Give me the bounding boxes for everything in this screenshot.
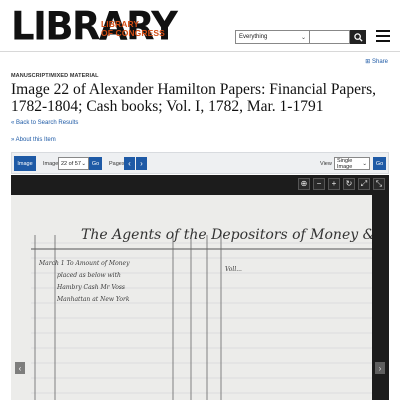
view-mode-value: Single Image xyxy=(337,157,353,170)
chevron-left-icon: ‹ xyxy=(128,159,131,168)
tab-image[interactable]: Image xyxy=(14,156,36,171)
search-scope-value: Everything xyxy=(239,34,268,40)
handwriting-line-1: March 1 To Amount of Money xyxy=(38,260,130,267)
search-bar: Everything ⌄ xyxy=(235,30,366,44)
chevron-left-icon: ‹ xyxy=(18,363,22,373)
viewer-previous-arrow[interactable]: ‹ xyxy=(15,362,25,374)
zoom-in-icon[interactable]: + xyxy=(328,178,340,190)
chevron-down-icon: ⌄ xyxy=(81,160,86,167)
chevron-down-icon: ⌄ xyxy=(300,34,306,41)
image-number-value: 22 of 57 xyxy=(61,160,81,167)
target-icon[interactable]: ⊕ xyxy=(298,178,310,190)
share-link[interactable]: ⊞ Share xyxy=(365,58,388,65)
handwriting-line-3: Hambry Cash Mr Voss xyxy=(56,284,125,291)
chevron-right-icon: › xyxy=(140,159,143,168)
share-label: Share xyxy=(371,59,388,65)
about-this-item-link[interactable]: » About this Item xyxy=(11,137,56,143)
handwriting-line-2: placed as below with xyxy=(57,272,121,279)
view-label: View xyxy=(320,161,332,167)
next-page-button[interactable]: › xyxy=(136,157,147,170)
manuscript-page-drawing: The Agents of the Depositors of Money &c… xyxy=(11,195,372,400)
hamburger-menu-icon[interactable] xyxy=(376,30,390,42)
handwriting-line-4: Manhattan at New York xyxy=(56,296,130,303)
search-button[interactable] xyxy=(350,30,366,44)
zoom-out-icon[interactable]: − xyxy=(313,178,325,190)
viewer-next-arrow[interactable]: › xyxy=(375,362,385,374)
pages-label: Pages xyxy=(109,161,125,167)
logo-sub-line2: OF CONGRESS xyxy=(101,27,165,38)
rotate-icon[interactable]: ↻ xyxy=(343,178,355,190)
item-format-label: MANUSCRIPT/MIXED MATERIAL xyxy=(11,73,99,79)
site-header: LIBRARY LIBRARY OF CONGRESS Everything ⌄ xyxy=(0,0,400,52)
search-input[interactable] xyxy=(310,30,350,44)
manuscript-page-image: The Agents of the Depositors of Money &c… xyxy=(11,195,372,400)
viewer-controls: ⊕ − + ↻ ⤢ ⤡ xyxy=(298,178,385,190)
view-go-button[interactable]: Go xyxy=(373,157,386,170)
image-number-select[interactable]: 22 of 57 ⌄ xyxy=(58,157,89,170)
image-viewer[interactable]: ⊕ − + ↻ ⤢ ⤡ The Agents of the Depositors… xyxy=(11,175,389,400)
previous-page-button[interactable]: ‹ xyxy=(124,157,135,170)
image-label: Image xyxy=(43,161,59,167)
search-scope-select[interactable]: Everything ⌄ xyxy=(235,30,310,44)
page-title: Image 22 of Alexander Hamilton Papers: F… xyxy=(11,81,377,115)
viewer-toolbar: Image Image 22 of 57 ⌄ Go Pages ‹ › View… xyxy=(11,152,389,174)
chevron-down-icon: ⌄ xyxy=(362,160,367,167)
image-go-button[interactable]: Go xyxy=(89,157,102,170)
view-mode-select[interactable]: Single Image ⌄ xyxy=(334,157,370,170)
share-icon: ⊞ xyxy=(365,59,371,65)
handwriting-header: The Agents of the Depositors of Money &c xyxy=(81,227,372,243)
handwriting-amount: Voll... xyxy=(225,266,242,273)
library-of-congress-logo-text[interactable]: LIBRARY OF CONGRESS xyxy=(101,20,165,37)
chevron-right-icon: › xyxy=(378,363,382,373)
expand-icon[interactable]: ⤢ xyxy=(358,178,370,190)
fullscreen-icon[interactable]: ⤡ xyxy=(373,178,385,190)
back-to-search-results-link[interactable]: « Back to Search Results xyxy=(11,120,78,126)
search-icon xyxy=(353,32,363,42)
